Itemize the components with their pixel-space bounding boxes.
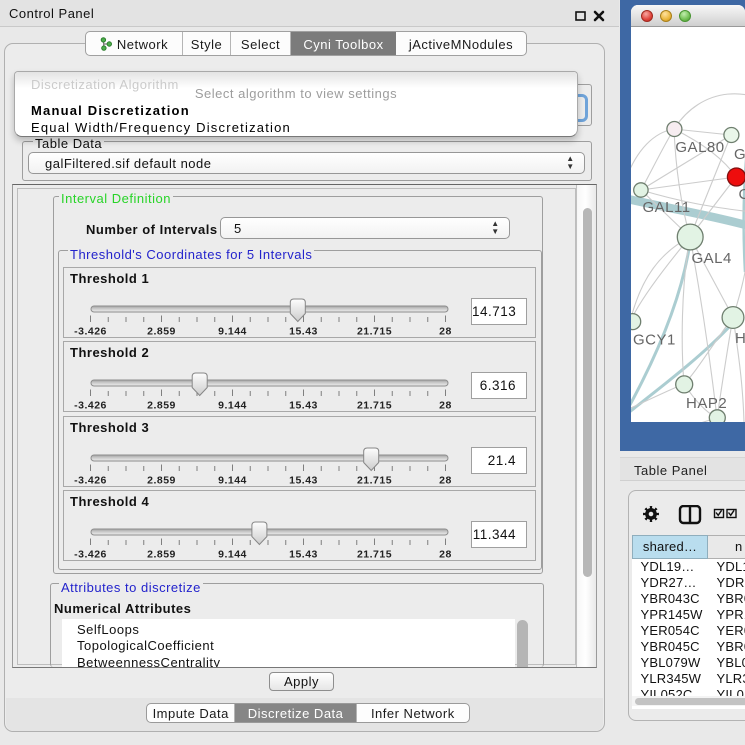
svg-text:2.859: 2.859 xyxy=(147,475,176,487)
svg-text:21.715: 21.715 xyxy=(357,475,392,487)
svg-text:28: 28 xyxy=(439,475,452,487)
svg-text:15.43: 15.43 xyxy=(289,326,318,338)
svg-text:GAL11: GAL11 xyxy=(643,199,691,216)
svg-text:28: 28 xyxy=(439,400,452,412)
svg-text:21.715: 21.715 xyxy=(357,326,392,338)
svg-text:-3.426: -3.426 xyxy=(74,326,107,338)
svg-text:-3.426: -3.426 xyxy=(74,549,107,561)
svg-text:15.43: 15.43 xyxy=(289,475,318,487)
svg-text:21.715: 21.715 xyxy=(357,549,392,561)
svg-text:28: 28 xyxy=(439,326,452,338)
svg-text:15.43: 15.43 xyxy=(289,549,318,561)
svg-text:2.859: 2.859 xyxy=(147,400,176,412)
svg-text:-3.426: -3.426 xyxy=(74,475,107,487)
svg-text:G.: G. xyxy=(734,146,745,163)
svg-text:9.144: 9.144 xyxy=(218,400,247,412)
svg-text:HAP2: HAP2 xyxy=(686,395,727,412)
svg-text:2.859: 2.859 xyxy=(147,549,176,561)
svg-text:28: 28 xyxy=(439,549,452,561)
svg-text:GCY1: GCY1 xyxy=(633,332,676,349)
svg-text:H: H xyxy=(735,330,745,347)
svg-text:GAL4: GAL4 xyxy=(692,250,732,267)
svg-text:C: C xyxy=(739,186,745,203)
svg-text:15.43: 15.43 xyxy=(289,400,318,412)
svg-text:GAL80: GAL80 xyxy=(675,139,724,156)
svg-text:9.144: 9.144 xyxy=(218,326,247,338)
svg-text:-3.426: -3.426 xyxy=(74,400,107,412)
svg-text:21.715: 21.715 xyxy=(357,400,392,412)
svg-text:2.859: 2.859 xyxy=(147,326,176,338)
svg-text:9.144: 9.144 xyxy=(218,549,247,561)
svg-text:9.144: 9.144 xyxy=(218,475,247,487)
